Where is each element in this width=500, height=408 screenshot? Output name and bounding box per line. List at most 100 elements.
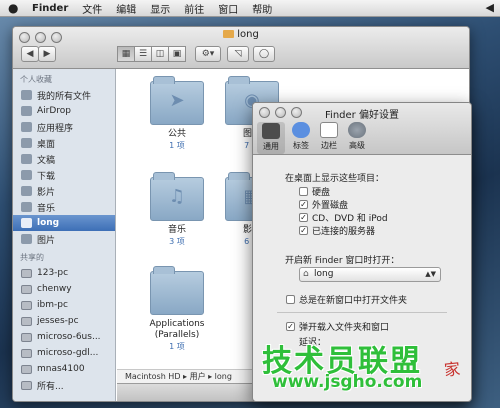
checkbox-label: 硬盘 <box>312 188 331 198</box>
back-button[interactable]: ◀ <box>21 46 39 62</box>
tab-label: 通用 <box>263 142 279 151</box>
sidebar-item-label: 影片 <box>37 187 56 198</box>
checkbox-connected-servers[interactable]: ✓ 已连接的服务器 <box>299 224 375 237</box>
checkbox-box[interactable] <box>286 295 295 304</box>
coverflow-view-button[interactable]: ▣ <box>168 46 186 62</box>
new-window-value: long <box>314 269 334 279</box>
volume-icon[interactable]: ◀ <box>486 1 494 14</box>
checkbox-open-in-new-window[interactable]: 总是在新窗口中打开文件夹 <box>286 293 407 306</box>
forward-button[interactable]: ▶ <box>38 46 56 62</box>
preferences-title: Finder 偏好设置 <box>325 110 399 121</box>
sidebar-item-shared-6[interactable]: microso-gdl... <box>13 345 115 361</box>
folder-count: 3 项 <box>169 237 185 246</box>
window-title: long <box>13 29 469 40</box>
folder-public[interactable]: ➤ 公共 1 项 <box>137 76 217 151</box>
sidebar-item-movies[interactable]: 影片 <box>13 183 115 199</box>
finder-titlebar: long ◀ ▶ ▦ ☰ ◫ ▣ ⚙▾ ◹ ◯ <box>13 27 469 69</box>
sidebar-item-label: 桌面 <box>37 139 56 150</box>
sidebar-item-shared-5[interactable]: microso-6us... <box>13 329 115 345</box>
sidebar-item-downloads[interactable]: 下载 <box>13 167 115 183</box>
checkbox-hard-disks[interactable]: 硬盘 <box>299 185 330 198</box>
checkbox-label: 已连接的服务器 <box>312 227 376 237</box>
sidebar-item-shared-all[interactable]: 所有... <box>13 377 115 393</box>
menu-file[interactable]: 文件 <box>82 1 102 16</box>
sidebar-item-shared-3[interactable]: ibm-pc <box>13 297 115 313</box>
sidebar-item-airdrop[interactable]: AirDrop <box>13 103 115 119</box>
menu-window[interactable]: 窗口 <box>218 1 238 16</box>
new-window-select[interactable]: ⌂ long ▲▼ <box>299 267 441 282</box>
watermark: 技术员联盟 www.jsgho.com 家 <box>262 336 498 406</box>
folder-applications-parallels[interactable]: Applications (Parallels) 1 项 <box>137 266 217 352</box>
select-arrows-icon: ▲▼ <box>425 270 436 278</box>
desktop-items-label: 在桌面上显示这些项目： <box>285 174 385 184</box>
sidebar-item-label: 图片 <box>37 235 56 246</box>
tab-label: 标签 <box>293 141 309 150</box>
checkbox-box[interactable]: ✓ <box>299 226 308 235</box>
all-files-icon <box>21 90 32 100</box>
public-folder-icon: ➤ <box>150 76 204 125</box>
checkbox-box[interactable]: ✓ <box>286 322 295 331</box>
checkbox-box[interactable]: ✓ <box>299 200 308 209</box>
checkbox-box[interactable] <box>299 187 308 196</box>
checkbox-cd-dvd-ipod[interactable]: ✓ CD、DVD 和 iPod <box>299 211 388 224</box>
watermark-url: www.jsgho.com <box>272 372 423 392</box>
folder-name: 音乐 <box>167 225 186 235</box>
list-view-button[interactable]: ☰ <box>134 46 152 62</box>
network-computer-icon <box>21 316 32 326</box>
tab-sidebar[interactable]: 边栏 <box>315 122 343 151</box>
watermark-side-text: 家 <box>443 359 462 380</box>
sidebar-item-pictures[interactable]: 图片 <box>13 231 115 247</box>
tab-advanced[interactable]: 高级 <box>343 122 371 151</box>
checkbox-spring-loaded[interactable]: ✓ 弹开载入文件夹和窗口 <box>286 320 389 333</box>
sidebar-item-desktop[interactable]: 桌面 <box>13 135 115 151</box>
sidebar-item-shared-7[interactable]: mnas4100 <box>13 361 115 377</box>
share-button[interactable]: ◹ <box>227 46 249 62</box>
favorites-header: 个人收藏 <box>20 75 52 84</box>
sidebar-item-label: microso-gdl... <box>37 348 99 358</box>
folder-name: Applications (Parallels) <box>149 319 205 340</box>
shared-header: 共享的 <box>20 253 44 262</box>
sidebar-item-label: long <box>37 218 60 228</box>
sidebar-item-applications[interactable]: 应用程序 <box>13 119 115 135</box>
sidebar-item-label: 音乐 <box>37 203 56 214</box>
home-icon: ⌂ <box>303 269 309 279</box>
sidebar-item-all-files[interactable]: 我的所有文件 <box>13 87 115 103</box>
sidebar-item-label: jesses-pc <box>37 316 79 326</box>
sidebar-item-label: ibm-pc <box>37 300 68 310</box>
sidebar-item-shared-1[interactable]: 123-pc <box>13 265 115 281</box>
airdrop-icon <box>21 106 32 116</box>
general-icon <box>262 123 280 139</box>
network-computer-icon <box>21 364 32 374</box>
icon-view-button[interactable]: ▦ <box>117 46 135 62</box>
menu-go[interactable]: 前往 <box>184 1 204 16</box>
checkbox-external-disks[interactable]: ✓ 外置磁盘 <box>299 198 348 211</box>
tab-general[interactable]: 通用 <box>257 122 285 154</box>
menu-finder[interactable]: Finder <box>32 3 68 14</box>
sidebar-item-documents[interactable]: 文稿 <box>13 151 115 167</box>
movies-icon <box>21 186 32 196</box>
checkbox-label: CD、DVD 和 iPod <box>312 214 388 224</box>
action-gear-button[interactable]: ⚙▾ <box>195 46 221 62</box>
tag-button[interactable]: ◯ <box>253 46 275 62</box>
tab-label: 边栏 <box>321 141 337 150</box>
network-computer-icon <box>21 380 32 390</box>
divider <box>277 312 447 313</box>
sidebar-item-music[interactable]: 音乐 <box>13 199 115 215</box>
sidebar-item-shared-2[interactable]: chenwy <box>13 281 115 297</box>
column-view-button[interactable]: ◫ <box>151 46 169 62</box>
sidebar-item-shared-4[interactable]: jesses-pc <box>13 313 115 329</box>
checkbox-box[interactable]: ✓ <box>299 213 308 222</box>
network-computer-icon <box>21 332 32 342</box>
home-folder-icon <box>223 30 235 38</box>
documents-icon <box>21 154 32 164</box>
sidebar-item-home[interactable]: long <box>13 215 115 231</box>
home-icon <box>21 218 32 228</box>
desktop-icon <box>21 138 32 148</box>
apple-menu-icon[interactable]: ● <box>8 1 22 15</box>
menu-edit[interactable]: 编辑 <box>116 1 136 16</box>
tab-tags[interactable]: 标签 <box>287 122 315 151</box>
menu-view[interactable]: 显示 <box>150 1 170 16</box>
folder-music[interactable]: ♫ 音乐 3 项 <box>137 172 217 247</box>
menu-help[interactable]: 帮助 <box>252 1 272 16</box>
checkbox-label: 弹开载入文件夹和窗口 <box>299 323 390 333</box>
